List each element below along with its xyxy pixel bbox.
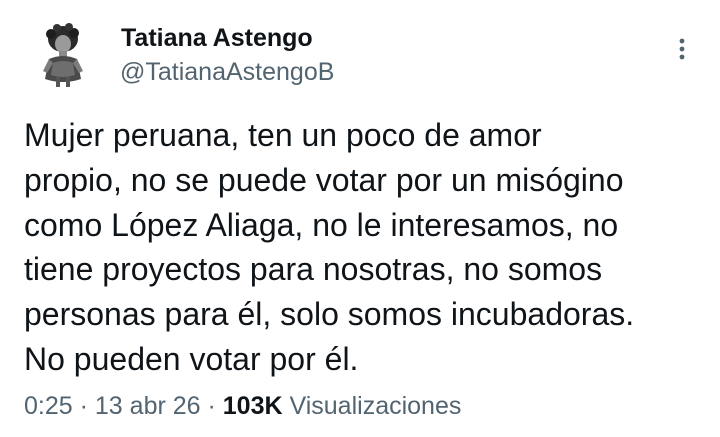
avatar[interactable] bbox=[27, 19, 97, 89]
tweet-date[interactable]: 13 abr 26 bbox=[95, 392, 201, 420]
tweet-time[interactable]: 0:25 bbox=[24, 392, 73, 420]
more-vertical-icon bbox=[679, 38, 685, 60]
tweet-text: Mujer peruana, ten un poco de amor propi… bbox=[24, 113, 704, 382]
avatar-photo bbox=[27, 19, 97, 89]
tweet-text-line: No pueden votar por él. bbox=[24, 340, 359, 377]
tweet-text-line: personas para él, solo somos incubadoras… bbox=[24, 296, 635, 333]
tweet-text-line: Mujer peruana, ten un poco de amor bbox=[24, 117, 542, 153]
meta-separator: · bbox=[207, 392, 216, 420]
tweet-card: Tatiana Astengo @TatianaAstengoB Mujer p… bbox=[0, 0, 720, 437]
author-display-name[interactable]: Tatiana Astengo bbox=[121, 22, 313, 54]
views-label[interactable]: Visualizaciones bbox=[290, 392, 462, 420]
tweet-text-line: como López Aliaga, no le interesamos, no bbox=[24, 206, 619, 243]
meta-separator: · bbox=[79, 392, 88, 420]
views-count[interactable]: 103K bbox=[223, 392, 283, 420]
tweet-text-line: propio, no se puede votar por un misógin… bbox=[24, 161, 624, 198]
tweet-text-line: tiene proyectos para nosotras, no somos bbox=[24, 251, 603, 288]
author-handle[interactable]: @TatianaAstengoB bbox=[120, 55, 334, 89]
more-options-button[interactable] bbox=[672, 36, 692, 66]
tweet-metadata: 0:25 · 13 abr 26 · 103K Visualizaciones bbox=[24, 386, 461, 426]
